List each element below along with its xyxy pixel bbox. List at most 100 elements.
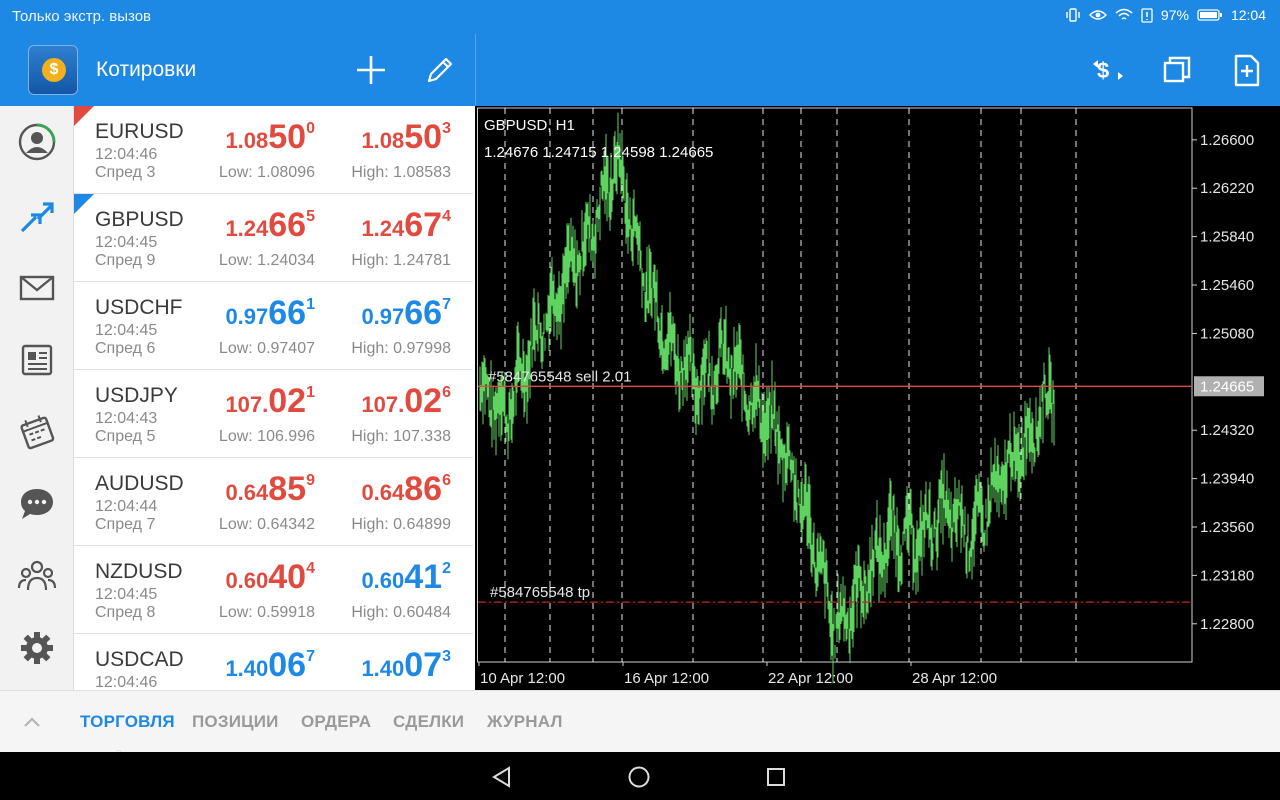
tab-trade[interactable]: ТОРГОВЛЯ xyxy=(80,712,175,732)
quote-time: 12:04:46 xyxy=(95,674,158,690)
bid-price-fraction: 7 xyxy=(306,648,315,665)
chevron-up-icon[interactable] xyxy=(22,715,42,729)
bid-price-pips: 66 xyxy=(268,206,307,244)
quote-row-nzdusd[interactable]: NZDUSD 12:04:45 Спред 8 0.60404 0.60412 Low: … xyxy=(74,546,473,634)
eye-icon xyxy=(1088,10,1107,20)
app-logo[interactable]: $ xyxy=(28,45,78,95)
quote-row-usdjpy[interactable]: USDJPY 12:04:43 Спред 5 107.021 107.026 Low: … xyxy=(74,370,473,458)
bid-price-pips: 85 xyxy=(268,470,307,508)
symbol-name: USDCAD xyxy=(95,648,184,671)
ask-price[interactable]: 0.64866 xyxy=(361,470,451,509)
quote-time: 12:04:45 xyxy=(95,586,158,603)
recent-apps-icon[interactable] xyxy=(765,766,787,788)
vibrate-icon xyxy=(1066,8,1080,22)
ask-price-fraction: 4 xyxy=(442,208,451,225)
ask-price-base: 0.60 xyxy=(361,568,405,593)
low-price: Low: 0.59918 xyxy=(218,604,315,621)
ask-price[interactable]: 1.24674 xyxy=(361,206,451,245)
ask-price-fraction: 6 xyxy=(442,384,451,401)
app-bar: $ Котировки $ xyxy=(0,34,1280,106)
tab-positions[interactable]: ПОЗИЦИИ xyxy=(192,712,279,732)
quote-row-gbpusd[interactable]: GBPUSD 12:04:45 Спред 9 1.24665 1.24674 Low: … xyxy=(74,194,473,282)
status-text: Только экстр. вызов xyxy=(12,8,152,25)
add-symbol-button[interactable] xyxy=(353,52,389,88)
bid-price-base: 1.40 xyxy=(225,656,269,681)
ask-price-pips: 67 xyxy=(404,206,443,244)
bid-price[interactable]: 1.24665 xyxy=(225,206,315,245)
y-tick-label: 1.26220 xyxy=(1200,180,1254,197)
ask-price-pips: 50 xyxy=(404,118,443,156)
x-tick-label: 28 Apr 12:00 xyxy=(912,670,997,687)
ask-price-pips: 66 xyxy=(404,294,443,332)
new-order-icon[interactable] xyxy=(1228,52,1264,88)
x-tick-label: 16 Apr 12:00 xyxy=(624,670,709,687)
ask-price-base: 0.97 xyxy=(361,304,405,329)
quote-row-usdchf[interactable]: USDCHF 12:04:45 Спред 6 0.97661 0.97667 Low: … xyxy=(74,282,473,370)
quote-time: 12:04:44 xyxy=(95,498,158,515)
selection-marker xyxy=(74,106,94,126)
y-tick-label: 1.23560 xyxy=(1200,519,1254,536)
x-tick-label: 22 Apr 12:00 xyxy=(768,670,853,687)
bid-price-base: 0.60 xyxy=(225,568,269,593)
bid-price-pips: 40 xyxy=(268,558,307,596)
spread-value: Спред 8 xyxy=(95,604,156,621)
ask-price[interactable]: 107.026 xyxy=(361,382,451,421)
economic-calendar-icon[interactable] xyxy=(17,412,57,452)
ask-price-pips: 86 xyxy=(404,470,443,508)
bid-price[interactable]: 0.64859 xyxy=(225,470,315,509)
ask-price[interactable]: 1.40073 xyxy=(361,646,451,685)
tab-orders[interactable]: ОРДЕРА xyxy=(301,712,371,732)
page-title: Котировки xyxy=(96,58,197,81)
ask-price[interactable]: 0.60412 xyxy=(361,558,451,597)
tab-journal[interactable]: ЖУРНАЛ xyxy=(487,712,563,732)
ask-price-fraction: 7 xyxy=(442,296,451,313)
quote-row-audusd[interactable]: AUDUSD 12:04:44 Спред 7 0.64859 0.64866 Low: … xyxy=(74,458,473,546)
symbol-name: AUDUSD xyxy=(95,472,184,495)
spread-value: Спред 5 xyxy=(95,428,156,445)
chat-icon[interactable] xyxy=(17,484,57,524)
trade-order-icon[interactable]: $ xyxy=(1090,52,1126,88)
bid-price[interactable]: 0.97661 xyxy=(225,294,315,333)
account-icon[interactable] xyxy=(17,122,57,162)
bid-price-fraction: 9 xyxy=(306,472,315,489)
traders-community-icon[interactable] xyxy=(17,556,57,596)
quotes-nav-icon[interactable] xyxy=(17,198,57,238)
ask-price-fraction: 6 xyxy=(442,472,451,489)
bid-price-base: 107. xyxy=(225,392,269,417)
bid-price[interactable]: 0.60404 xyxy=(225,558,315,597)
mail-icon[interactable] xyxy=(17,268,57,308)
quote-row-eurusd[interactable]: EURUSD 12:04:46 Спред 3 1.08500 1.08503 Low: … xyxy=(74,106,473,194)
wifi-icon xyxy=(1115,8,1133,20)
y-tick-label: 1.25080 xyxy=(1200,325,1254,342)
ask-price[interactable]: 0.97667 xyxy=(361,294,451,333)
settings-icon[interactable] xyxy=(17,628,57,668)
quote-row-usdcad[interactable]: USDCAD 12:04:46 1.40067 1.40073 xyxy=(74,634,473,690)
clock: 12:04 xyxy=(1230,7,1266,23)
bid-price[interactable]: 107.021 xyxy=(225,382,315,421)
ask-price-fraction: 3 xyxy=(442,120,451,137)
edit-button[interactable] xyxy=(422,52,458,88)
home-icon[interactable] xyxy=(627,765,651,789)
y-tick-label: 1.22800 xyxy=(1200,616,1254,633)
appbar-divider xyxy=(475,34,476,106)
bid-price-fraction: 1 xyxy=(306,384,315,401)
ask-price-base: 1.40 xyxy=(361,656,405,681)
battery-icon xyxy=(1197,9,1222,21)
price-chart[interactable]: 1.26600 1.26220 1.25840 1.25460 1.25080 1.243… xyxy=(476,106,1280,690)
ask-price[interactable]: 1.08503 xyxy=(361,118,451,157)
quotes-list: EURUSD 12:04:46 Спред 3 1.08500 1.08503 Low: … xyxy=(74,106,475,690)
spread-value: Спред 3 xyxy=(95,164,156,181)
chart-ohlc-values: 1.24676 1.24715 1.24598 1.24665 xyxy=(484,144,713,161)
y-tick-label: 1.23940 xyxy=(1200,471,1254,488)
news-icon[interactable] xyxy=(17,340,57,380)
chart-panel[interactable]: 1.26600 1.26220 1.25840 1.25460 1.25080 1.243… xyxy=(476,106,1280,690)
bid-price[interactable]: 1.40067 xyxy=(225,646,315,685)
windows-icon[interactable] xyxy=(1159,52,1195,88)
symbol-name: USDCHF xyxy=(95,296,183,319)
tab-deals[interactable]: СДЕЛКИ xyxy=(393,712,464,732)
ask-price-base: 0.64 xyxy=(361,480,405,505)
bid-price-fraction: 1 xyxy=(306,296,315,313)
back-icon[interactable] xyxy=(490,765,514,789)
bid-price[interactable]: 1.08500 xyxy=(225,118,315,157)
spread-value: Спред 6 xyxy=(95,340,156,357)
